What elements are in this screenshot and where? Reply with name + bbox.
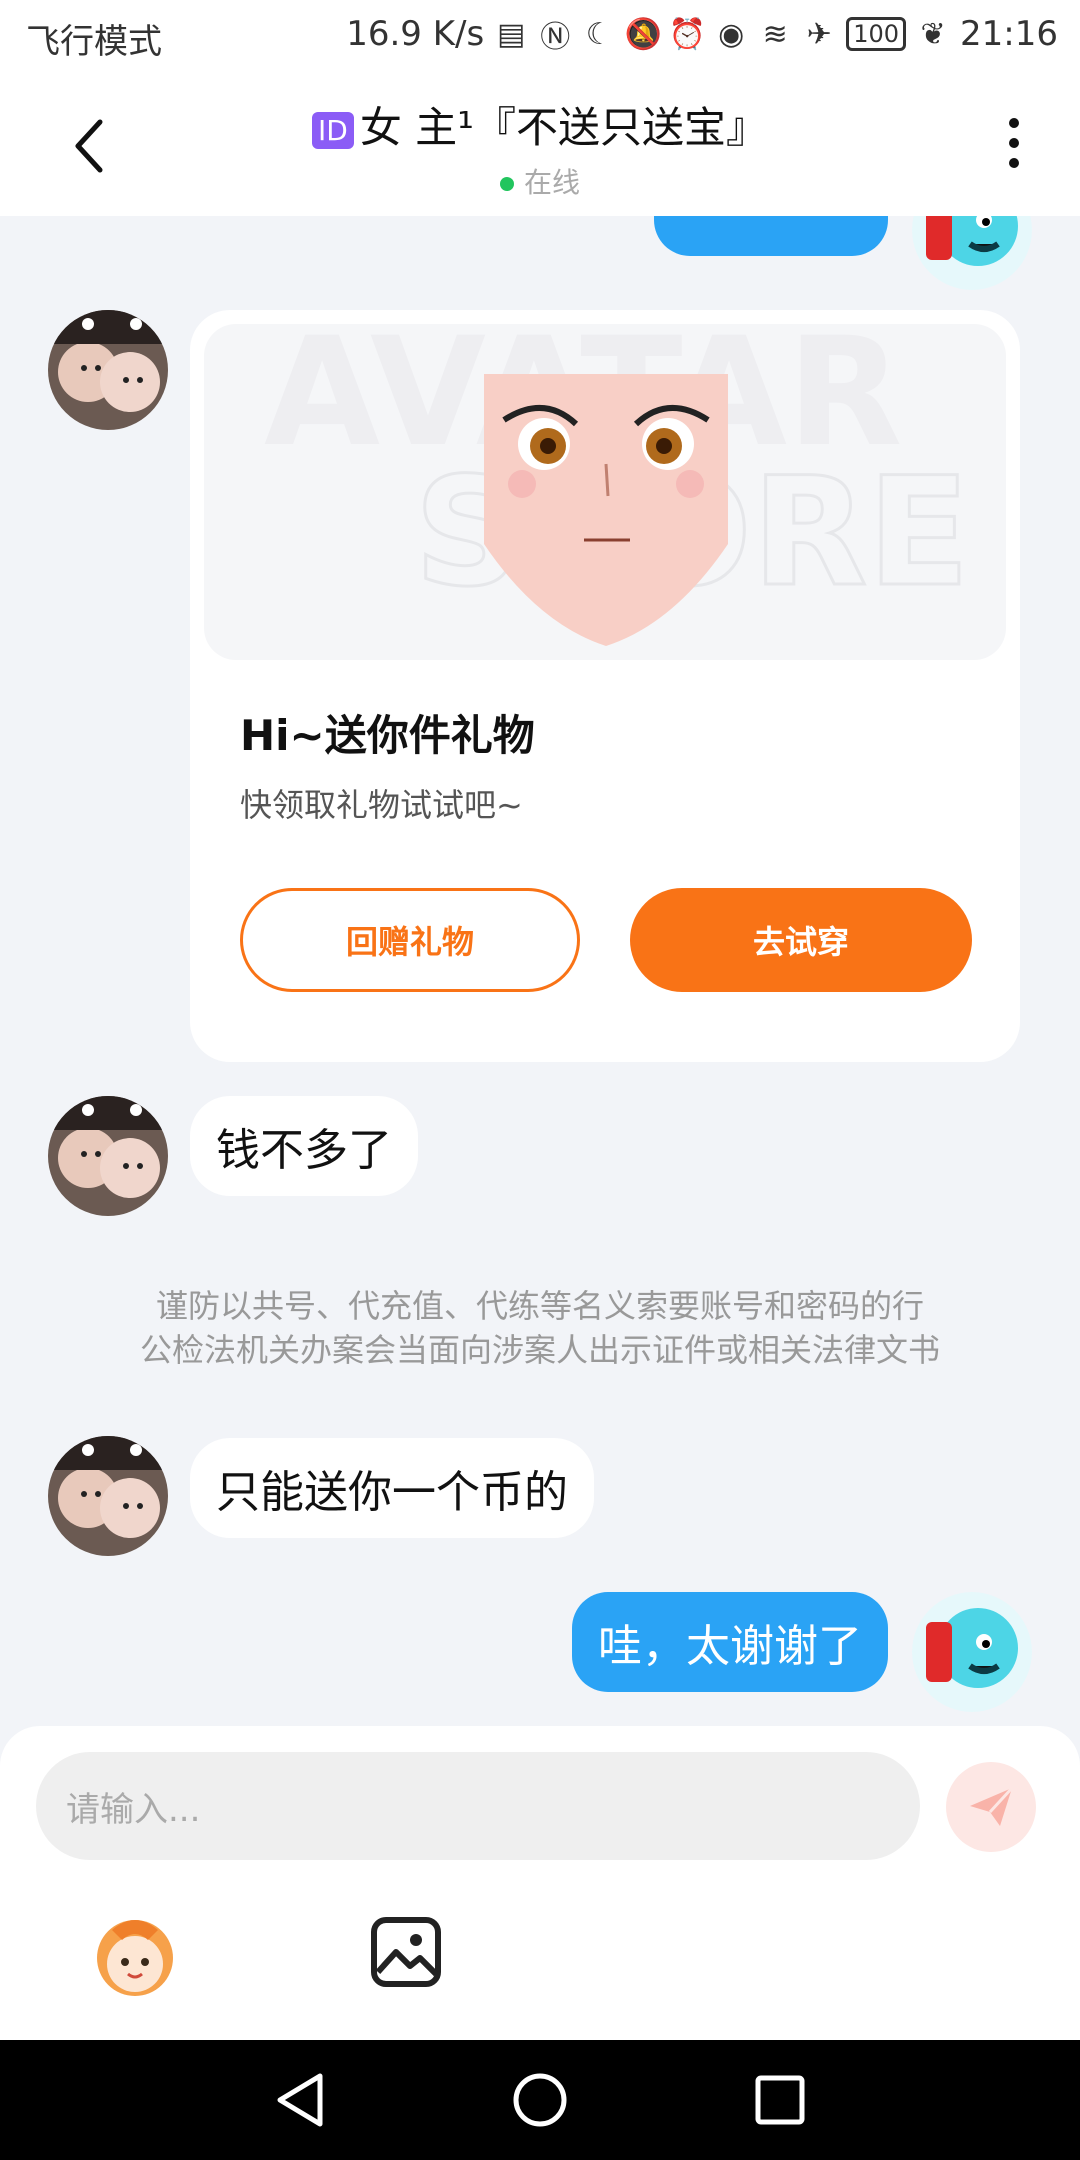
online-label: 在线 xyxy=(523,166,580,199)
gift-card-subtitle: 快领取礼物试试吧~ xyxy=(240,786,523,824)
try-on-button[interactable]: 去试穿 xyxy=(630,888,972,992)
message-input[interactable]: 请输入... xyxy=(36,1752,920,1860)
network-speed: 16.9 K/s xyxy=(346,14,485,54)
contact-name: 女 主¹『不送只送宝』 xyxy=(359,103,769,152)
send-icon xyxy=(970,1786,1014,1826)
security-notice: 谨防以共号、代充值、代练等名义索要账号和密码的行 公检法机关办案会当面向涉案人出… xyxy=(80,1284,1000,1372)
send-button[interactable] xyxy=(946,1762,1036,1852)
emoji-sticker-icon[interactable] xyxy=(90,1910,180,2000)
gift-card-title: Hi~送你件礼物 xyxy=(240,711,535,760)
nav-recents-icon[interactable] xyxy=(752,2070,808,2130)
leaf-icon: ❦ xyxy=(920,16,946,52)
eye-icon: ◉ xyxy=(718,16,745,52)
gift-card[interactable]: AVATAR STORE Hi~送你件礼物 快领取礼物试试吧~ 回赠礼物 去试穿 xyxy=(190,310,1020,1062)
previous-sent-bubble xyxy=(654,216,888,256)
my-avatar[interactable] xyxy=(912,1592,1032,1712)
status-bar: 飞行模式 16.9 K/s ▤ Ⓝ ☾ 🔕 ⏰ ◉ ≋ ✈ 100 ❦ 21:1… xyxy=(0,0,1080,76)
id-badge: ID xyxy=(311,112,354,149)
status-icons: ▤ Ⓝ ☾ 🔕 ⏰ ◉ ≋ ✈ 100 ❦ xyxy=(494,16,950,56)
online-dot-icon xyxy=(499,177,514,191)
chat-title: ID 女 主¹『不送只送宝』 xyxy=(220,94,860,155)
gift-image: AVATAR STORE xyxy=(204,324,1006,660)
online-status: 在线 xyxy=(220,161,860,201)
received-message[interactable]: 钱不多了 xyxy=(190,1096,418,1196)
airplane-icon: ✈ xyxy=(806,16,832,52)
status-right: 16.9 K/s ▤ Ⓝ ☾ 🔕 ⏰ ◉ ≋ ✈ 100 ❦ 21:16 xyxy=(346,14,1058,56)
message-list[interactable]: AVATAR STORE Hi~送你件礼物 快领取礼物试试吧~ 回赠礼物 去试穿… xyxy=(0,216,1080,1726)
image-picker-icon[interactable] xyxy=(370,1916,442,1988)
nav-home-icon[interactable] xyxy=(510,2070,570,2130)
cast-icon: ▤ xyxy=(497,16,526,52)
alarm-icon: ⏰ xyxy=(668,16,706,52)
wifi-icon: ≋ xyxy=(762,16,788,52)
system-navigation-bar xyxy=(0,2040,1080,2160)
return-gift-button[interactable]: 回赠礼物 xyxy=(240,888,580,992)
contact-avatar[interactable] xyxy=(48,1096,168,1216)
nfc-icon: Ⓝ xyxy=(540,20,571,55)
battery-icon: 100 xyxy=(846,17,907,51)
moon-icon: ☾ xyxy=(585,16,613,52)
mute-icon: 🔕 xyxy=(624,16,662,52)
back-icon[interactable] xyxy=(70,116,110,176)
more-options-icon[interactable] xyxy=(1008,118,1020,174)
my-avatar[interactable] xyxy=(912,216,1032,290)
airplane-mode-label: 飞行模式 xyxy=(26,22,162,62)
contact-avatar[interactable] xyxy=(48,310,168,430)
received-message[interactable]: 只能送你一个币的 xyxy=(190,1438,594,1538)
clock: 21:16 xyxy=(960,14,1058,54)
notice-line-1: 谨防以共号、代充值、代练等名义索要账号和密码的行 xyxy=(155,1287,924,1325)
title-block: ID 女 主¹『不送只送宝』 在线 xyxy=(220,94,860,201)
chat-header: ID 女 主¹『不送只送宝』 在线 xyxy=(0,76,1080,216)
notice-line-2: 公检法机关办案会当面向涉案人出示证件或相关法律文书 xyxy=(139,1331,940,1369)
nav-back-icon[interactable] xyxy=(272,2070,328,2130)
composer: 请输入... xyxy=(0,1726,1080,2040)
sent-message[interactable]: 哇，太谢谢了 xyxy=(572,1592,888,1692)
contact-avatar[interactable] xyxy=(48,1436,168,1556)
